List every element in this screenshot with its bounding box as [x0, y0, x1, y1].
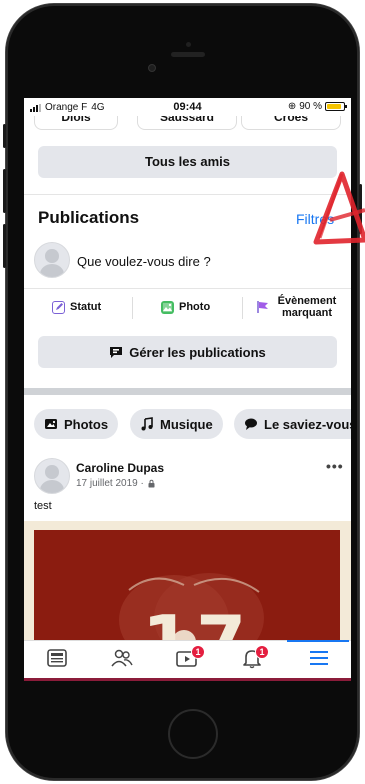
music-icon [140, 417, 154, 431]
menu-icon [308, 649, 330, 672]
bottom-tab-bar: 1 1 [24, 640, 351, 678]
photos-pill[interactable]: Photos [34, 409, 119, 439]
front-camera [148, 64, 156, 72]
photo-icon [161, 300, 174, 314]
status-bar: Orange F 4G 09:44 ⊕ 90 % [24, 98, 351, 116]
volume-down-button [3, 224, 6, 268]
app-screen: Orange F 4G 09:44 ⊕ 90 % Diois Saussard … [24, 98, 351, 678]
manage-posts-button[interactable]: Gérer les publications [38, 336, 337, 368]
divider [24, 288, 351, 289]
post-date[interactable]: 17 juillet 2019 · [76, 478, 144, 489]
post-author-avatar[interactable] [34, 458, 70, 494]
battery-percent: 90 % [299, 101, 322, 112]
news-feed-icon [46, 648, 68, 673]
photos-pill-label: Photos [64, 416, 109, 432]
home-button[interactable] [168, 709, 218, 759]
publications-title: Publications [38, 208, 140, 227]
tab-notifications[interactable]: 1 [219, 641, 284, 678]
photo-action-label: Photo [179, 301, 211, 313]
friends-icon [110, 648, 134, 673]
post-text: test [34, 500, 52, 512]
section-divider [24, 388, 351, 395]
divider [24, 194, 351, 195]
photos-icon [44, 417, 58, 431]
tab-friends[interactable] [89, 641, 154, 678]
did-you-know-pill[interactable]: Le saviez-vous [234, 409, 351, 439]
life-event-action-label: Évènement marquant [277, 295, 337, 319]
post-meta: 17 juillet 2019 · [76, 478, 156, 489]
edit-icon [52, 300, 65, 314]
speech-bubble-icon [244, 417, 258, 431]
proximity-sensor [186, 42, 191, 47]
tab-news-feed[interactable] [24, 641, 89, 678]
screen-bottom-edge [24, 678, 351, 681]
composer-input[interactable]: Que voulez-vous dire ? [77, 254, 211, 269]
volume-up-button [3, 169, 6, 213]
annotation-arrow-icon [312, 170, 365, 250]
lock-icon [147, 479, 156, 488]
photo-action[interactable]: Photo [161, 291, 210, 323]
status-action[interactable]: Statut [52, 291, 101, 323]
manage-icon [109, 345, 123, 359]
music-pill[interactable]: Musique [130, 409, 223, 439]
all-friends-button[interactable]: Tous les amis [38, 146, 337, 178]
mute-switch [3, 124, 6, 148]
orientation-lock-icon: ⊕ [287, 101, 297, 112]
status-action-label: Statut [70, 301, 102, 313]
battery-icon [325, 102, 347, 111]
notifications-badge: 1 [255, 645, 269, 659]
tab-watch[interactable]: 1 [154, 641, 219, 678]
watch-badge: 1 [191, 645, 205, 659]
earpiece-speaker [171, 52, 205, 57]
flag-icon [256, 300, 270, 314]
post-author-name[interactable]: Caroline Dupas [76, 461, 164, 475]
avatar[interactable] [34, 242, 70, 278]
tab-menu[interactable] [286, 641, 351, 678]
composer-actions: Statut Photo Évènement marquant [24, 291, 351, 323]
music-pill-label: Musique [160, 416, 213, 432]
post-options-icon[interactable]: ••• [326, 458, 344, 474]
manage-posts-label: Gérer les publications [129, 344, 266, 360]
life-event-action[interactable]: Évènement marquant [256, 291, 339, 323]
did-you-know-pill-label: Le saviez-vous [264, 416, 351, 432]
